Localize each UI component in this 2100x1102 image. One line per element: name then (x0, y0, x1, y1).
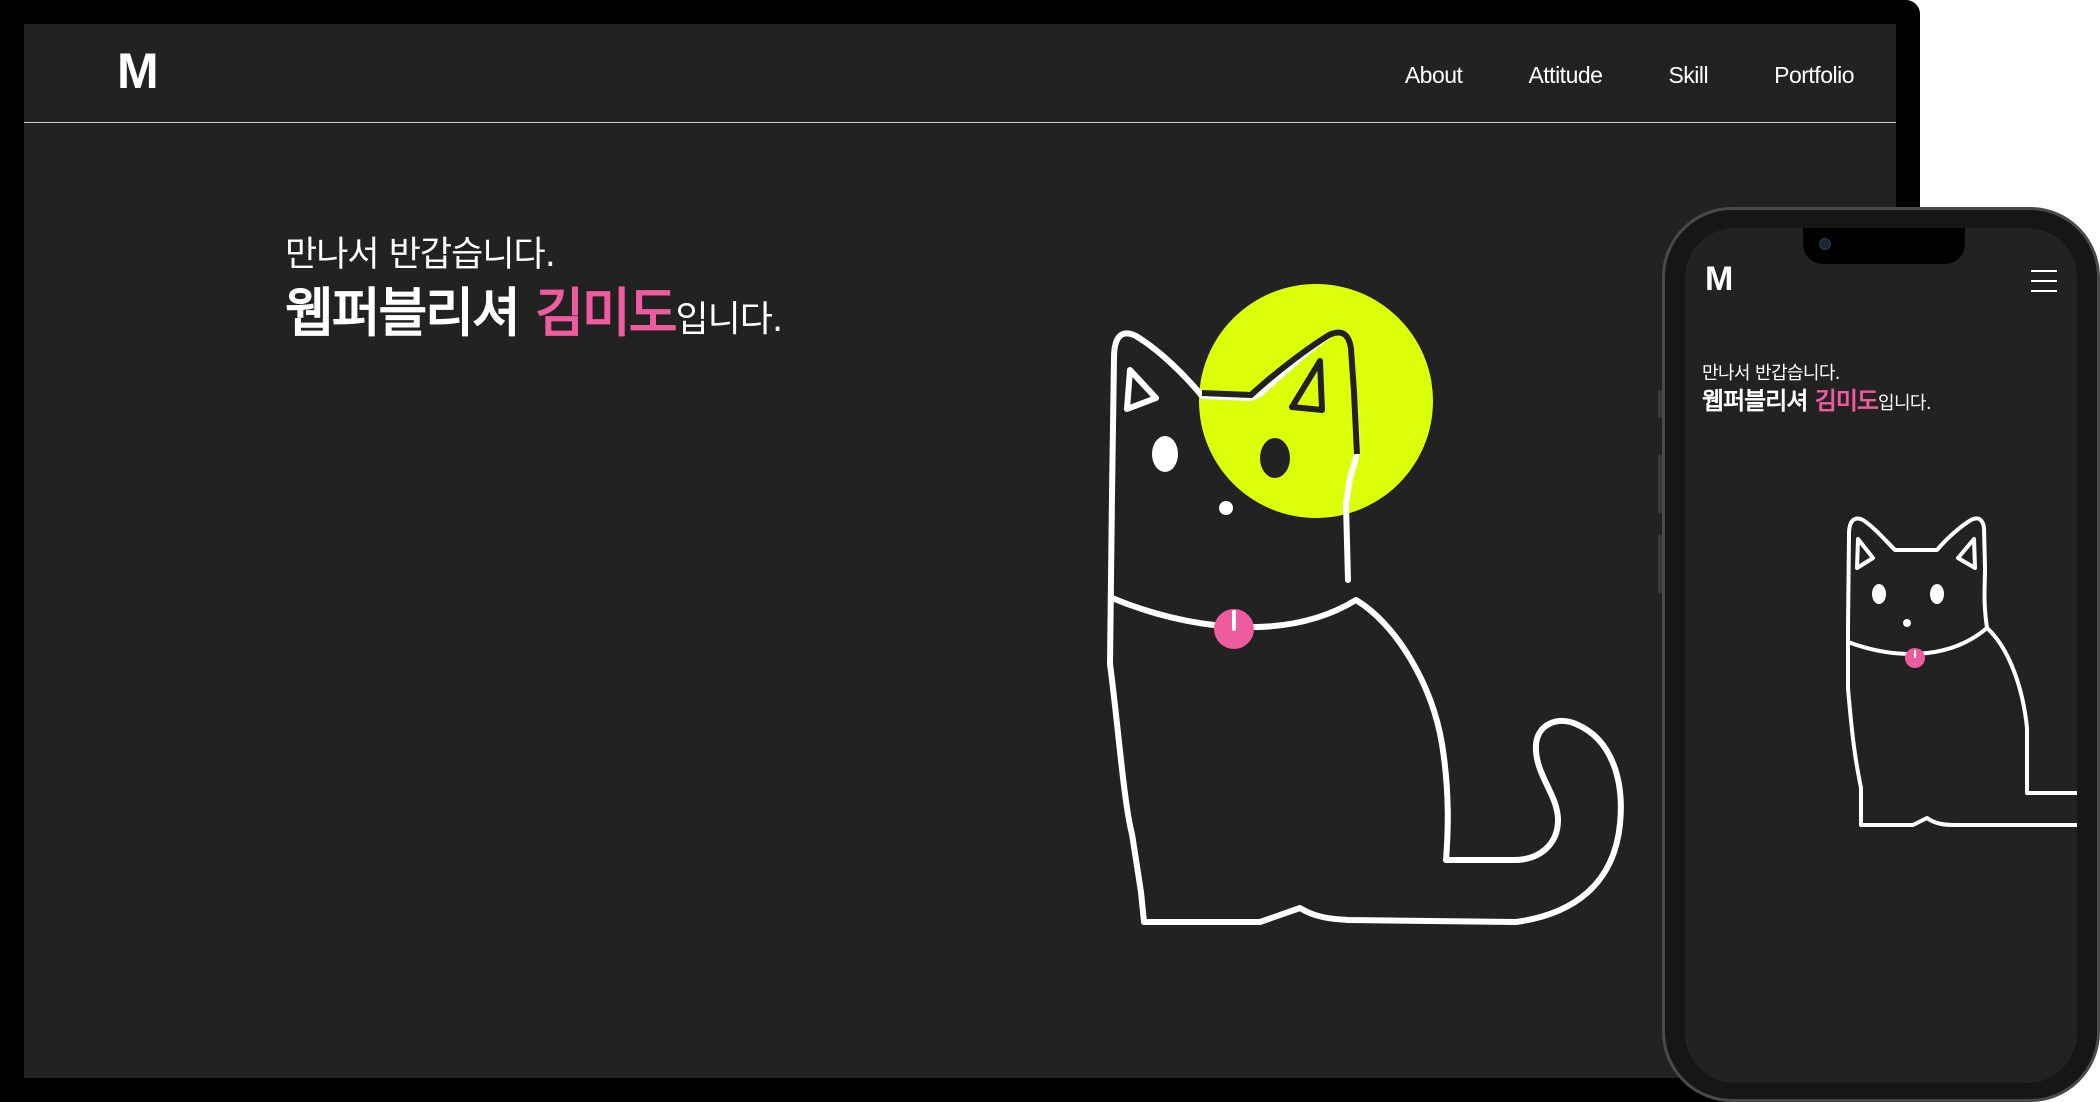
mobile-cat-left-eye (1872, 584, 1886, 604)
mobile-cat-right-eye (1930, 584, 1944, 604)
mobile-cat-outline (1846, 516, 2077, 827)
mobile-cat-illustration (1846, 516, 2077, 827)
phone-volume-down (1658, 535, 1662, 593)
phone-screen: M 만나서 반갑습니다. 웹퍼블리셔 김미도입니다. (1685, 228, 2077, 1083)
mobile-cat-nose (1903, 619, 1911, 627)
cat-left-eye (1152, 436, 1178, 472)
desktop-monitor: M About Attitude Skill Portfolio 만나서 반갑습… (0, 0, 1920, 1102)
desktop-screen: M About Attitude Skill Portfolio 만나서 반갑습… (24, 24, 1896, 1078)
cat-nose (1219, 501, 1233, 515)
cat-right-eye (1260, 438, 1290, 478)
phone-frame: M 만나서 반갑습니다. 웹퍼블리셔 김미도입니다. (1658, 207, 2100, 1102)
phone-mute-switch (1658, 390, 1662, 418)
lime-circle (1199, 284, 1433, 518)
cat-illustration (1107, 284, 1624, 925)
phone-volume-up (1658, 455, 1662, 513)
